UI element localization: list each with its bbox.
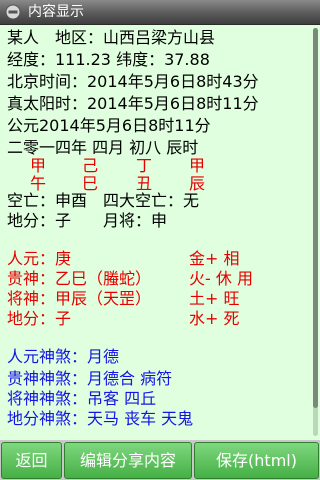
beijing-time-line: 北京时间：2014年5月6日8时43分 bbox=[7, 72, 259, 91]
edit-share-button[interactable]: 编辑分享内容 bbox=[64, 442, 192, 479]
stem-month: 己 bbox=[82, 156, 99, 175]
earth-general-line: 地分：子 月将：申 bbox=[7, 211, 168, 230]
stem-day: 丁 bbox=[136, 156, 153, 175]
position-left-renyuan: 人元：庚 bbox=[7, 249, 72, 268]
gregorian-date-line: 公元2014年5月6日8时11分 bbox=[7, 116, 211, 135]
position-right-guishen: 火- 休 用 bbox=[189, 269, 253, 288]
scrollbar-thumb[interactable] bbox=[313, 28, 318, 408]
shensha-jiangshen: 将神神煞：吊客 四丘 bbox=[7, 389, 157, 408]
position-right-jiangshen: 土+ 旺 bbox=[189, 289, 240, 308]
person-region-line: 某人 地区：山西吕梁方山县 bbox=[7, 28, 216, 47]
page-title: 内容显示 bbox=[28, 4, 84, 20]
position-left-jiangshen: 将神：甲辰（天罡） bbox=[7, 289, 152, 308]
stem-hour: 甲 bbox=[189, 156, 206, 175]
save-html-button[interactable]: 保存(html) bbox=[194, 442, 319, 479]
position-left-guishen: 贵神：乙巳（螣蛇） bbox=[7, 269, 152, 288]
title-bar: 内容显示 bbox=[0, 0, 320, 25]
content-area[interactable]: 某人 地区：山西吕梁方山县 经度：111.23 纬度：37.88 北京时间：20… bbox=[0, 25, 312, 440]
content-display-screen: 内容显示 某人 地区：山西吕梁方山县 经度：111.23 纬度：37.88 北京… bbox=[0, 0, 320, 480]
lunar-date-line: 二零一四年 四月 初八 辰时 bbox=[7, 138, 199, 157]
shensha-renyuan: 人元神煞：月德 bbox=[7, 347, 120, 366]
shensha-difen: 地分神煞：天马 丧车 天鬼 bbox=[7, 409, 194, 428]
position-right-renyuan: 金+ 相 bbox=[189, 249, 240, 268]
stem-year: 甲 bbox=[30, 156, 47, 175]
scrollbar[interactable] bbox=[313, 28, 318, 436]
longitude-latitude-line: 经度：111.23 纬度：37.88 bbox=[7, 50, 210, 69]
shensha-guishen: 贵神神煞：月德合 病符 bbox=[7, 369, 173, 388]
position-right-difen: 水+ 死 bbox=[189, 309, 240, 328]
position-left-difen: 地分：子 bbox=[7, 309, 72, 328]
app-icon bbox=[5, 4, 21, 20]
true-solar-time-line: 真太阳时：2014年5月6日8时11分 bbox=[7, 94, 259, 113]
back-button[interactable]: 返回 bbox=[1, 442, 62, 479]
void-line: 空亡：申酉 四大空亡：无 bbox=[7, 191, 200, 210]
